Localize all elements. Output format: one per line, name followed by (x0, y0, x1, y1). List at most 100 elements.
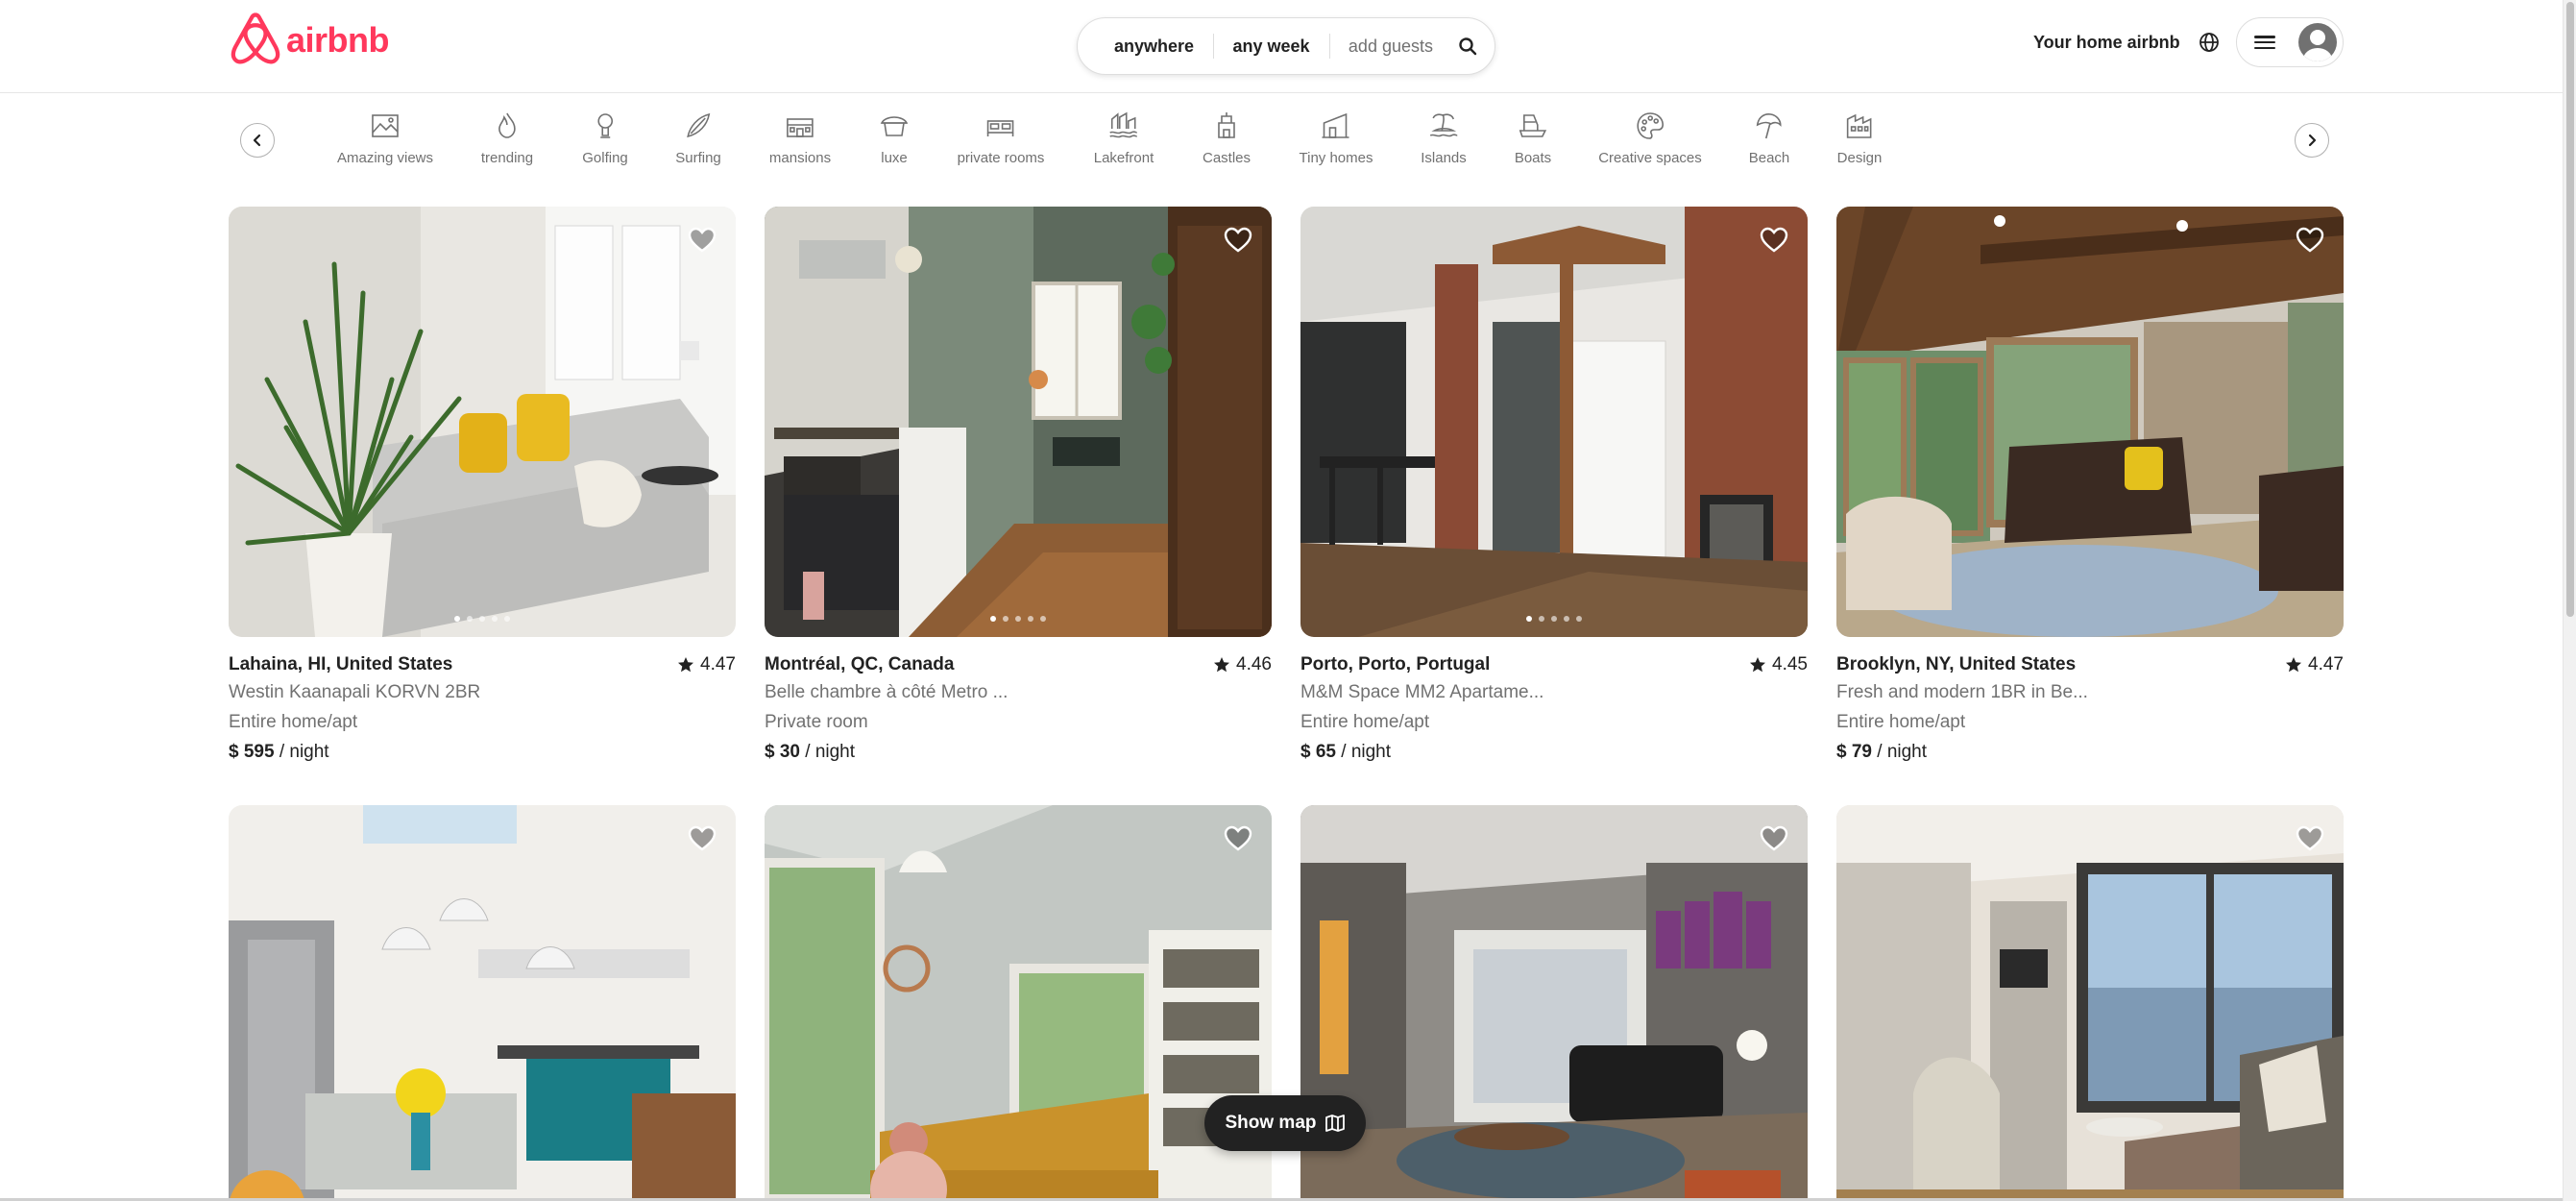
listing-info: Brooklyn, NY, United States 4.47 Fresh a… (1836, 652, 2344, 767)
listing-price-amount: $ 595 (229, 742, 275, 762)
castle-icon (1210, 110, 1243, 142)
category-castles[interactable]: Castles (1203, 110, 1251, 166)
listing-price: $ 30 / night (765, 737, 1272, 767)
search-add-guests-button[interactable]: add guests (1329, 37, 1452, 57)
category-label: Amazing views (336, 150, 434, 166)
listing-card[interactable]: Lahaina, HI, United States 4.47 Westin K… (229, 207, 736, 767)
category-tiny-homes[interactable]: Tiny homes (1300, 110, 1373, 166)
search-bar[interactable]: anywhere any week add guests (1077, 17, 1495, 75)
category-label: Tiny homes (1299, 150, 1373, 166)
palette-icon (1634, 110, 1666, 142)
listing-room-type: Entire home/apt (1300, 712, 1430, 732)
listing-rating: 4.47 (2285, 654, 2344, 675)
listing-photo[interactable] (1836, 805, 2344, 1201)
listing-rating-value: 4.47 (2308, 654, 2344, 674)
listing-card[interactable]: Brooklyn, NY, United States 4.47 Fresh a… (1836, 207, 2344, 767)
listing-card[interactable] (1836, 805, 2344, 1201)
flame-icon (491, 110, 523, 142)
listing-card[interactable]: Porto, Porto, Portugal 4.45 M&M Space MM… (1300, 207, 1808, 767)
category-islands[interactable]: Islands (1421, 110, 1467, 166)
listing-card[interactable] (1300, 805, 1808, 1201)
host-your-home-link[interactable]: Your home airbnb (2029, 27, 2184, 59)
category-lakefront[interactable]: Lakefront (1094, 110, 1154, 166)
category-label: Design (1836, 150, 1883, 166)
category-mansions[interactable]: mansions (769, 110, 831, 166)
listing-location: Lahaina, HI, United States (229, 654, 453, 674)
tiny-home-icon (1320, 110, 1352, 142)
category-creative-spaces[interactable]: Creative spaces (1598, 110, 1702, 166)
map-icon (1324, 1115, 1345, 1132)
listing-rating-value: 4.46 (1236, 654, 1272, 674)
category-amazing-views[interactable]: Amazing views (337, 110, 433, 166)
heart-icon[interactable] (2294, 224, 2326, 257)
category-label: Boats (1514, 150, 1552, 166)
category-trending[interactable]: trending (481, 110, 533, 166)
globe-icon[interactable] (2194, 27, 2224, 58)
category-label: Islands (1421, 150, 1467, 166)
listing-card[interactable] (229, 805, 736, 1201)
listing-location: Montréal, QC, Canada (765, 654, 955, 674)
island-icon (1427, 110, 1460, 142)
bed-icon (984, 110, 1017, 142)
listing-title: Fresh and modern 1BR in Be... (1836, 682, 2088, 702)
listing-photo[interactable] (229, 207, 736, 637)
lakefront-icon (1107, 110, 1140, 142)
listing-price: $ 65 / night (1300, 737, 1808, 767)
listing-photo[interactable] (765, 207, 1272, 637)
listing-photo[interactable] (229, 805, 736, 1201)
category-label: trending (480, 150, 534, 166)
heart-icon[interactable] (1222, 224, 1254, 257)
heart-icon[interactable] (1758, 224, 1790, 257)
listing-price-unit: / night (1871, 742, 1928, 762)
hamburger-icon (2254, 33, 2275, 52)
design-icon (1843, 110, 1876, 142)
scrollbar-thumb[interactable] (2566, 2, 2574, 617)
listing-photo[interactable] (1836, 207, 2344, 637)
luxe-icon (878, 110, 911, 142)
listing-photo[interactable] (1300, 207, 1808, 637)
search-icon[interactable] (1458, 27, 1477, 65)
category-beach[interactable]: Beach (1749, 110, 1789, 166)
listing-photo[interactable] (1300, 805, 1808, 1201)
photo-carousel-dots (1526, 616, 1582, 622)
category-surfing[interactable]: Surfing (675, 110, 721, 166)
listing-price: $ 79 / night (1836, 737, 2344, 767)
user-menu-button[interactable] (2236, 17, 2344, 67)
search-any-week-button[interactable]: any week (1213, 37, 1328, 57)
category-label: Golfing (582, 150, 628, 166)
listing-location: Porto, Porto, Portugal (1300, 654, 1491, 674)
heart-icon[interactable] (1222, 822, 1254, 855)
heart-icon[interactable] (1758, 822, 1790, 855)
listing-rating-value: 4.45 (1772, 654, 1808, 674)
show-map-button[interactable]: Show map (1204, 1095, 1366, 1151)
heart-icon[interactable] (686, 224, 718, 257)
photo-carousel-dots (990, 616, 1046, 622)
top-header: airbnb anywhere any week add guests Your… (0, 0, 2576, 93)
category-design[interactable]: Design (1836, 110, 1883, 166)
listing-info: Montréal, QC, Canada 4.46 Belle chambre … (765, 652, 1272, 767)
star-icon (1214, 657, 1230, 673)
listing-location: Brooklyn, NY, United States (1836, 654, 2077, 674)
amazing-views-icon (369, 110, 401, 142)
page-scrollbar[interactable] (2563, 0, 2576, 1201)
heart-icon[interactable] (2294, 822, 2326, 855)
category-bar: Amazing views trending Golfing Surfing m… (0, 94, 2576, 184)
airbnb-logo-icon (231, 12, 280, 64)
category-luxe[interactable]: luxe (878, 110, 911, 166)
category-label: mansions (768, 150, 832, 166)
logo-text: airbnb (286, 20, 390, 60)
airbnb-logo[interactable]: airbnb (229, 12, 390, 69)
category-boats[interactable]: Boats (1515, 110, 1551, 166)
listing-card[interactable] (765, 805, 1272, 1201)
category-label: Creative spaces (1598, 150, 1702, 166)
category-prev-button[interactable] (240, 123, 275, 158)
category-private-rooms[interactable]: private rooms (958, 110, 1044, 166)
surfboard-icon (682, 110, 715, 142)
heart-icon[interactable] (686, 822, 718, 855)
boat-icon (1517, 110, 1549, 142)
listing-card[interactable]: Montréal, QC, Canada 4.46 Belle chambre … (765, 207, 1272, 767)
listing-photo[interactable] (765, 805, 1272, 1201)
category-next-button[interactable] (2295, 123, 2329, 158)
search-anywhere-button[interactable]: anywhere (1095, 37, 1213, 57)
category-golfing[interactable]: Golfing (582, 110, 628, 166)
